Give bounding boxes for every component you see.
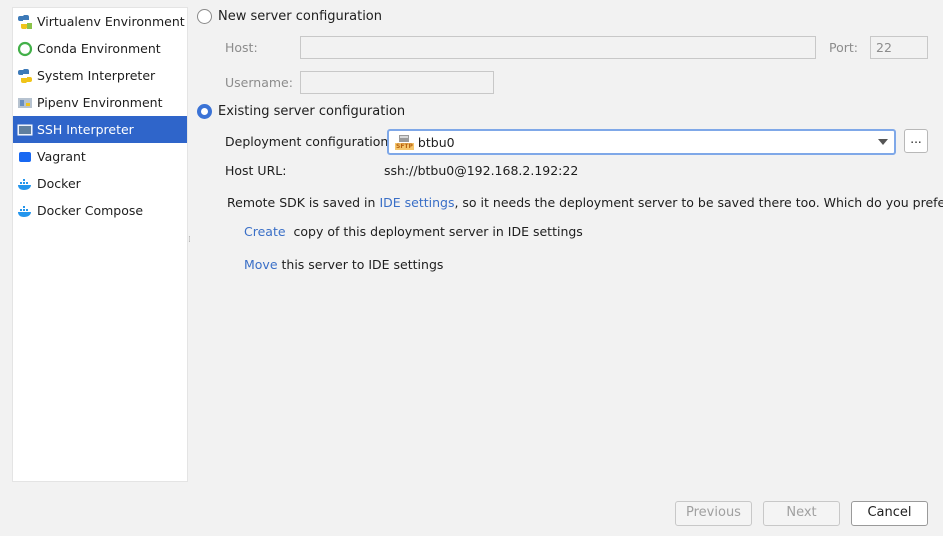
sidebar-item-conda[interactable]: Conda Environment: [13, 35, 187, 62]
sidebar-item-ssh[interactable]: SSH Interpreter: [13, 116, 187, 143]
new-server-radio-row[interactable]: New server configuration: [197, 9, 382, 24]
host-url-value: ssh://btbu0@192.168.2.192:22: [384, 163, 579, 178]
interpreter-type-list: Virtualenv Environment Conda Environment…: [12, 7, 188, 482]
create-option: Create copy of this deployment server in…: [244, 224, 583, 239]
sidebar-item-vagrant[interactable]: Vagrant: [13, 143, 187, 170]
python-icon: [17, 14, 33, 30]
ide-settings-link[interactable]: IDE settings: [379, 195, 454, 210]
new-server-label: New server configuration: [218, 9, 383, 24]
chevron-down-icon: [878, 139, 888, 145]
username-label: Username:: [225, 75, 293, 90]
existing-server-label: Existing server configuration: [218, 104, 406, 119]
username-input[interactable]: [300, 71, 494, 94]
move-option-text: this server to IDE settings: [281, 257, 444, 272]
python-icon: [17, 68, 33, 84]
notice-prefix: Remote SDK is saved in: [227, 195, 380, 210]
deployment-config-dropdown[interactable]: SFTP btbu0: [387, 129, 896, 155]
deployment-config-label: Deployment configuration:: [225, 134, 393, 149]
host-input[interactable]: [300, 36, 816, 59]
conda-icon: [17, 41, 33, 57]
sftp-icon: SFTP: [395, 134, 414, 150]
next-button[interactable]: Next: [763, 501, 840, 526]
ssh-terminal-icon: [17, 122, 33, 138]
port-input[interactable]: 22: [870, 36, 928, 59]
existing-server-radio[interactable]: [197, 104, 212, 119]
existing-server-radio-row[interactable]: Existing server configuration: [197, 104, 405, 119]
notice-suffix: , so it needs the deployment server to b…: [454, 195, 943, 210]
previous-button[interactable]: Previous: [675, 501, 752, 526]
sidebar-item-docker[interactable]: Docker: [13, 170, 187, 197]
sidebar-item-label: Docker: [37, 176, 81, 191]
host-url-label: Host URL:: [225, 163, 287, 178]
move-option: Move this server to IDE settings: [244, 257, 443, 272]
sidebar-item-pipenv[interactable]: Pipenv Environment: [13, 89, 187, 116]
sidebar-item-label: Vagrant: [37, 149, 86, 164]
sftp-icon-text: SFTP: [395, 142, 414, 150]
sidebar-item-label: Docker Compose: [37, 203, 144, 218]
host-label: Host:: [225, 40, 258, 55]
port-label: Port:: [829, 40, 858, 55]
sidebar-item-virtualenv[interactable]: Virtualenv Environment: [13, 8, 187, 35]
create-link[interactable]: Create: [244, 224, 286, 239]
sidebar-item-label: Pipenv Environment: [37, 95, 163, 110]
splitter-handle[interactable]: ⁞: [188, 236, 191, 252]
deployment-config-value: btbu0: [417, 134, 455, 150]
create-option-text: copy of this deployment server in IDE se…: [293, 224, 583, 239]
browse-deployment-button[interactable]: ...: [904, 129, 928, 153]
remote-sdk-notice: Remote SDK is saved in IDE settings, so …: [227, 195, 943, 210]
vagrant-icon: [17, 149, 33, 165]
sidebar-item-docker-compose[interactable]: Docker Compose: [13, 197, 187, 224]
move-link[interactable]: Move: [244, 257, 278, 272]
cancel-button[interactable]: Cancel: [851, 501, 928, 526]
sidebar-item-label: Virtualenv Environment: [37, 14, 185, 29]
sidebar-item-label: System Interpreter: [37, 68, 156, 83]
sidebar-item-system[interactable]: System Interpreter: [13, 62, 187, 89]
docker-icon: [17, 176, 33, 192]
new-server-radio[interactable]: [197, 9, 212, 24]
sidebar-item-label: SSH Interpreter: [37, 122, 134, 137]
pipenv-icon: [17, 95, 33, 111]
sidebar-item-label: Conda Environment: [37, 41, 161, 56]
docker-compose-icon: [17, 203, 33, 219]
